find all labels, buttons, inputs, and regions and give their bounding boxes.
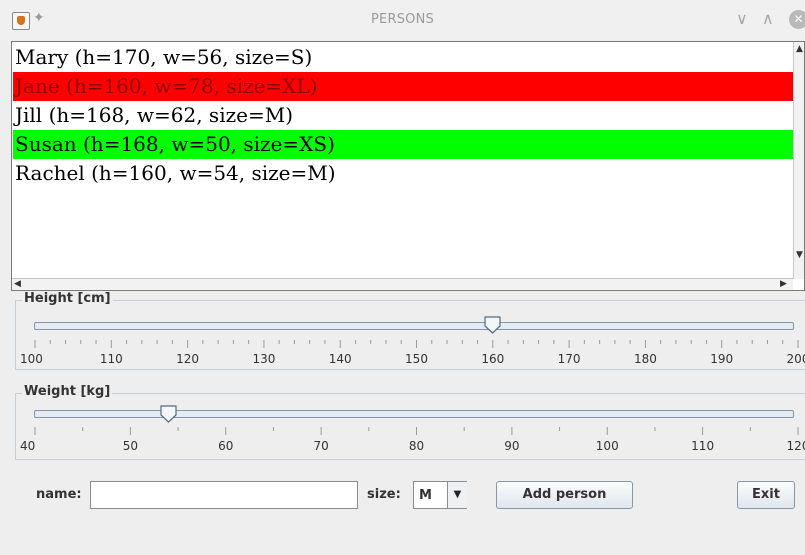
tick-label: 120 xyxy=(786,439,805,453)
name-input[interactable] xyxy=(90,481,358,509)
tick-label: 190 xyxy=(710,352,734,366)
scroll-left-icon[interactable]: ◀ xyxy=(14,279,21,289)
vertical-scrollbar[interactable]: ▲ ▼ xyxy=(793,42,804,279)
list-item[interactable]: Jane (h=160, w=78, size=XL) xyxy=(13,72,794,101)
horizontal-scrollbar[interactable]: ◀ ▶ xyxy=(12,278,793,290)
tick-label: 80 xyxy=(408,439,425,453)
tick-label: 140 xyxy=(328,352,352,366)
size-label: size: xyxy=(367,487,401,502)
tick-label: 180 xyxy=(633,352,657,366)
close-icon[interactable]: ✕ xyxy=(789,10,805,29)
window-title: PERSONS xyxy=(371,12,434,27)
height-label: Height [cm] xyxy=(22,291,113,306)
tick-label: 60 xyxy=(218,439,234,453)
weight-slider-track[interactable] xyxy=(34,410,794,418)
size-selected-value: M xyxy=(419,488,432,503)
tick-label: 200 xyxy=(786,352,805,366)
weight-ticks xyxy=(34,427,799,435)
tick-label: 100 xyxy=(595,439,619,453)
tick-label: 160 xyxy=(481,352,505,366)
tick-label: 120 xyxy=(176,352,200,366)
height-slider-track[interactable] xyxy=(34,322,794,330)
persons-list[interactable]: Mary (h=170, w=56, size=S) Jane (h=160, … xyxy=(11,41,805,291)
tick-label: 170 xyxy=(557,352,581,366)
tick-label: 70 xyxy=(313,439,329,453)
name-label: name: xyxy=(36,487,82,502)
tick-label: 130 xyxy=(252,352,276,366)
tick-label: 150 xyxy=(405,352,428,366)
exit-button[interactable]: Exit xyxy=(737,481,795,509)
scroll-down-icon[interactable]: ▼ xyxy=(796,250,803,260)
tick-label: 110 xyxy=(691,439,715,453)
list-item[interactable]: Susan (h=168, w=50, size=XS) xyxy=(13,130,794,159)
tick-label: 50 xyxy=(122,439,139,453)
tick-label: 90 xyxy=(504,439,520,453)
height-slider-thumb[interactable] xyxy=(484,316,501,334)
list-item[interactable]: Rachel (h=160, w=54, size=M) xyxy=(13,159,794,188)
weight-label: Weight [kg] xyxy=(22,384,113,399)
add-person-button[interactable]: Add person xyxy=(496,481,633,509)
scroll-right-icon[interactable]: ▶ xyxy=(780,279,787,289)
list-item[interactable]: Jill (h=168, w=62, size=M) xyxy=(13,101,794,130)
minimize-icon[interactable]: ∨ xyxy=(736,9,748,28)
title-bar: ✦ PERSONS ∨ ∧ ✕ xyxy=(0,0,805,40)
tick-label: 100 xyxy=(20,352,43,366)
scroll-up-icon[interactable]: ▲ xyxy=(796,44,803,54)
chevron-down-icon[interactable]: ▼ xyxy=(447,482,467,508)
list-item[interactable]: Mary (h=170, w=56, size=S) xyxy=(13,43,794,72)
weight-slider-thumb[interactable] xyxy=(160,405,177,423)
maximize-icon[interactable]: ∧ xyxy=(762,9,774,28)
tick-label: 40 xyxy=(20,439,36,453)
tick-label: 110 xyxy=(99,352,123,366)
size-select[interactable]: M ▼ xyxy=(413,481,467,509)
